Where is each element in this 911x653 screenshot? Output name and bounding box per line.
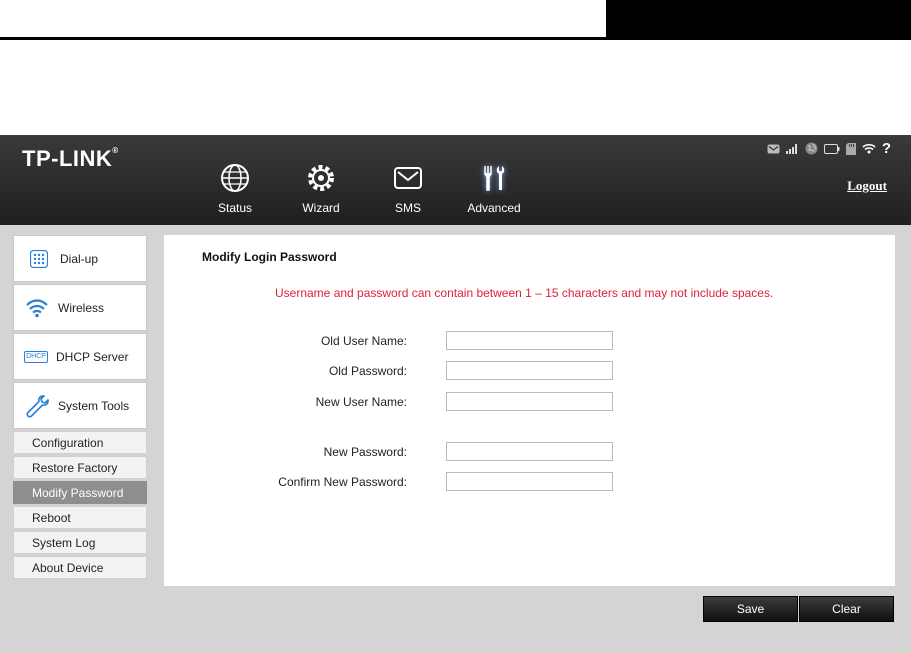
gear-icon [304,161,338,195]
new-user-name-label: New User Name: [315,395,407,409]
new-password-label: New Password: [323,445,407,459]
nav-status[interactable]: Status [200,161,270,215]
document-header [0,0,911,40]
top-bar: TP-LINK® Status Wizard SMS Advanced ? Lo… [0,135,911,225]
sidebar-item-system-tools[interactable]: System Tools [13,382,147,429]
new-password-row: New Password: [164,442,895,462]
sidebar-item-label: System Tools [58,398,130,413]
nav-advanced[interactable]: Advanced [459,161,529,215]
password-rules-notice: Username and password can contain betwee… [275,286,774,300]
router-admin-app: TP-LINK® Status Wizard SMS Advanced ? Lo… [0,135,911,653]
battery-icon [823,143,840,154]
sidebar-item-wireless[interactable]: Wireless [13,284,147,331]
sidebar-item-label: Wireless [58,300,105,315]
sidebar-sub-system-log[interactable]: System Log [13,531,147,554]
sidebar-sub-restore-factory[interactable]: Restore Factory [13,456,147,479]
confirm-new-password-label: Confirm New Password: [278,475,407,489]
dialpad-icon [26,246,52,272]
nav-sms-label: SMS [394,201,421,215]
old-user-name-input[interactable] [446,331,613,350]
signal-icon [785,143,799,154]
new-password-input[interactable] [446,442,613,461]
dhcp-icon: DHCP [24,344,48,370]
new-user-name-input[interactable] [446,392,613,411]
internet-globe-icon [805,142,818,155]
sidebar-item-label: Dial-up [60,251,99,266]
old-user-name-label: Old User Name: [320,334,407,348]
help-icon[interactable]: ? [882,140,891,157]
envelope-icon [391,161,425,195]
sidebar-sub-about-device[interactable]: About Device [13,556,147,579]
content-panel: Modify Login Password Username and passw… [164,235,895,586]
clear-button[interactable]: Clear [799,596,894,622]
sidebar-sub-reboot[interactable]: Reboot [13,506,147,529]
wifi-icon [24,295,50,321]
wifi-icon [862,143,876,154]
header-black-box [606,0,911,37]
sidebar-sub-configuration[interactable]: Configuration [13,431,147,454]
page-title: Modify Login Password [202,250,337,264]
old-user-name-row: Old User Name: [164,331,895,351]
old-password-input[interactable] [446,361,613,380]
wrench-icon [24,393,50,419]
nav-sms[interactable]: SMS [373,161,443,215]
nav-wizard[interactable]: Wizard [286,161,356,215]
old-password-row: Old Password: [164,361,895,381]
globe-icon [218,161,252,195]
sidebar-item-dhcp-server[interactable]: DHCP DHCP Server [13,333,147,380]
tools-icon [477,161,511,195]
new-user-name-row: New User Name: [164,392,895,412]
confirm-new-password-row: Confirm New Password: [164,472,895,492]
message-icon[interactable] [767,144,780,154]
sd-card-icon [845,142,856,155]
status-icon-tray: ? [767,140,891,157]
header-rule [0,37,911,40]
nav-advanced-label: Advanced [467,201,521,215]
logout-link[interactable]: Logout [847,178,887,194]
sidebar: Dial-up Wireless DHCP DHCP Server System… [13,235,147,581]
nav-status-label: Status [217,201,253,215]
tp-link-logo: TP-LINK® [22,146,119,171]
old-password-label: Old Password: [328,364,407,378]
sidebar-item-label: DHCP Server [56,349,129,364]
nav-wizard-label: Wizard [302,201,340,215]
sidebar-item-dial-up[interactable]: Dial-up [13,235,147,282]
sidebar-sub-modify-password[interactable]: Modify Password [13,481,147,504]
save-button[interactable]: Save [703,596,798,622]
confirm-new-password-input[interactable] [446,472,613,491]
